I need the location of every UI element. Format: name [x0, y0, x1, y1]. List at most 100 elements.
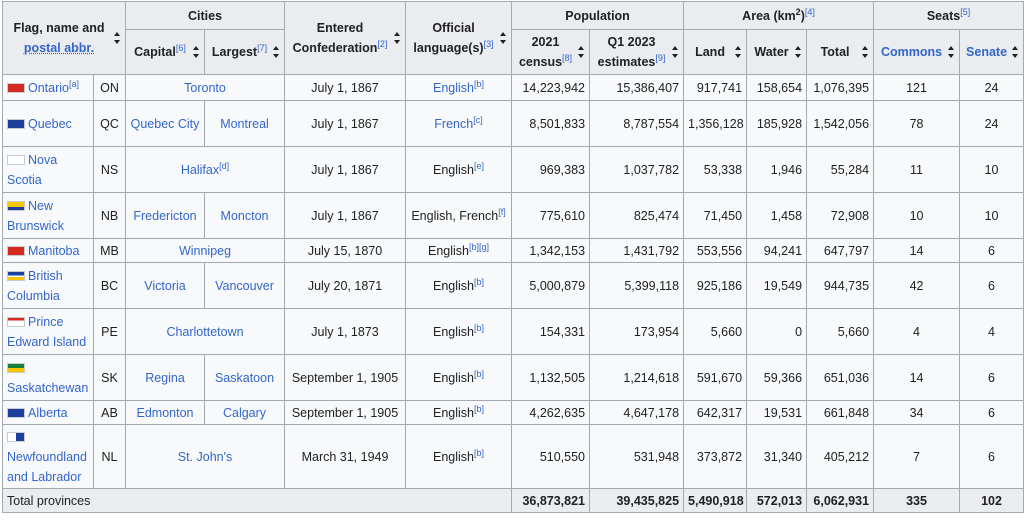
header-official-languages[interactable]: Official language(s)[3] [405, 1, 513, 75]
quebec-flag-icon[interactable] [7, 118, 25, 129]
province-link[interactable]: Saskatchewan [7, 381, 88, 395]
city-link[interactable]: Regina [145, 371, 185, 385]
ref-link[interactable]: [b] [474, 368, 484, 378]
header-postal-abbr-link[interactable]: postal abbr. [24, 41, 94, 55]
sort-icon[interactable] [193, 46, 200, 58]
header-commons[interactable]: Commons [873, 29, 961, 75]
ref-link[interactable]: [b][g] [469, 241, 489, 251]
language-text: English [433, 370, 474, 385]
sort-icon[interactable] [735, 46, 742, 58]
city-link[interactable]: Winnipeg [179, 244, 231, 258]
sort-icon[interactable] [862, 46, 869, 58]
header-total[interactable]: Total [806, 29, 875, 75]
sort-icon[interactable] [948, 46, 955, 58]
ref-link[interactable]: [5] [960, 6, 970, 16]
header-capital[interactable]: Capital[6] [125, 29, 205, 75]
ontario-flag-icon[interactable] [7, 82, 25, 93]
province-link[interactable]: Manitoba [28, 244, 79, 258]
british-columbia-flag-icon[interactable] [7, 270, 25, 281]
ref-link[interactable]: [b] [474, 276, 484, 286]
city-link[interactable]: Vancouver [215, 279, 274, 293]
sort-icon[interactable] [1012, 46, 1019, 58]
header-land[interactable]: Land [683, 29, 748, 75]
language-text[interactable]: French [434, 117, 473, 131]
ref-link[interactable]: [7] [257, 43, 267, 53]
ref-link[interactable]: [c] [473, 114, 483, 124]
sort-icon[interactable] [114, 32, 121, 44]
manitoba-flag-icon[interactable] [7, 245, 25, 256]
alberta-flag-icon[interactable] [7, 407, 25, 418]
est-cell: 5,399,118 [589, 262, 685, 309]
language-cell: English[b] [405, 400, 513, 425]
header-flag-name[interactable]: Flag, name and postal abbr. [2, 1, 126, 75]
language-cell: English[b] [405, 74, 513, 101]
province-link[interactable]: Newfoundland and Labrador [7, 450, 87, 484]
city-link[interactable]: Montreal [220, 117, 269, 131]
province-link[interactable]: Ontario [28, 81, 69, 95]
city-link[interactable]: Toronto [184, 81, 226, 95]
ref-link[interactable]: [8] [562, 53, 572, 63]
ref-link[interactable]: [4] [805, 6, 815, 16]
ref-link[interactable]: [3] [484, 39, 494, 49]
total-cell: 405,212 [806, 424, 875, 489]
province-link[interactable]: Alberta [28, 406, 68, 420]
sort-icon[interactable] [795, 46, 802, 58]
sort-icon[interactable] [273, 46, 280, 58]
saskatchewan-flag-icon[interactable] [7, 362, 25, 373]
city-link[interactable]: Edmonton [137, 406, 194, 420]
table-row: British Columbia BC Victoria Vancouver July … [2, 262, 1024, 309]
largest-city-cell: Moncton [203, 192, 286, 239]
ref-link[interactable]: [b] [474, 322, 484, 332]
ref-link[interactable]: [a] [69, 78, 79, 88]
header-entered-confederation[interactable]: Entered Confederation[2] [284, 1, 407, 75]
total-cell: 661,848 [806, 400, 875, 425]
city-link[interactable]: Fredericton [133, 209, 196, 223]
header-senate[interactable]: Senate [959, 29, 1024, 75]
city-link[interactable]: Moncton [221, 209, 269, 223]
city-link[interactable]: Calgary [223, 406, 266, 420]
ref-link[interactable]: [f] [498, 206, 506, 216]
city-link[interactable]: Halifax [181, 163, 219, 177]
entered-date-cell: July 20, 1871 [284, 262, 407, 309]
new-brunswick-flag-icon[interactable] [7, 200, 25, 211]
city-link[interactable]: St. John's [178, 450, 233, 464]
city-link[interactable]: Victoria [144, 279, 185, 293]
nova-scotia-flag-icon[interactable] [7, 154, 25, 165]
city-link[interactable]: Charlottetown [166, 325, 243, 339]
language-cell: English, French[f] [405, 192, 513, 239]
ref-link[interactable]: [b] [474, 447, 484, 457]
commons-link[interactable]: Commons [881, 45, 942, 59]
language-text[interactable]: English [433, 81, 474, 95]
ref-link[interactable]: [9] [655, 53, 665, 63]
header-flag-name-line1: Flag, name and [13, 21, 105, 35]
pei-flag-icon[interactable] [7, 316, 25, 327]
header-estimates[interactable]: Q1 2023 estimates[9] [589, 29, 685, 75]
header-largest[interactable]: Largest[7] [203, 29, 286, 75]
city-link[interactable]: Quebec City [131, 117, 200, 131]
est-cell: 825,474 [589, 192, 685, 239]
newfoundland-flag-icon[interactable] [7, 431, 25, 442]
city-link[interactable]: Saskatoon [215, 371, 274, 385]
language-text: English [433, 449, 474, 464]
table-row: Ontario[a] ON Toronto July 1, 1867 English[b… [2, 74, 1024, 101]
water-cell: 19,549 [746, 262, 808, 309]
ref-link[interactable]: [b] [474, 403, 484, 413]
sort-icon[interactable] [500, 32, 507, 44]
total-total-cell: 6,062,931 [806, 488, 875, 513]
ref-link[interactable]: [d] [219, 160, 229, 170]
postal-abbr-cell: AB [93, 400, 126, 425]
province-link[interactable]: Quebec [28, 117, 72, 131]
sort-icon[interactable] [578, 46, 585, 58]
commons-cell: 10 [873, 192, 961, 239]
ref-link[interactable]: [6] [176, 43, 186, 53]
header-water[interactable]: Water [746, 29, 808, 75]
sort-icon[interactable] [394, 32, 401, 44]
ref-link[interactable]: [e] [474, 160, 484, 170]
sort-icon[interactable] [672, 46, 679, 58]
total-water-cell: 572,013 [746, 488, 808, 513]
ref-link[interactable]: [2] [377, 39, 387, 49]
census-cell: 775,610 [511, 192, 591, 239]
ref-link[interactable]: [b] [474, 78, 484, 88]
senate-link[interactable]: Senate [966, 45, 1007, 59]
header-census[interactable]: 2021 census[8] [511, 29, 591, 75]
